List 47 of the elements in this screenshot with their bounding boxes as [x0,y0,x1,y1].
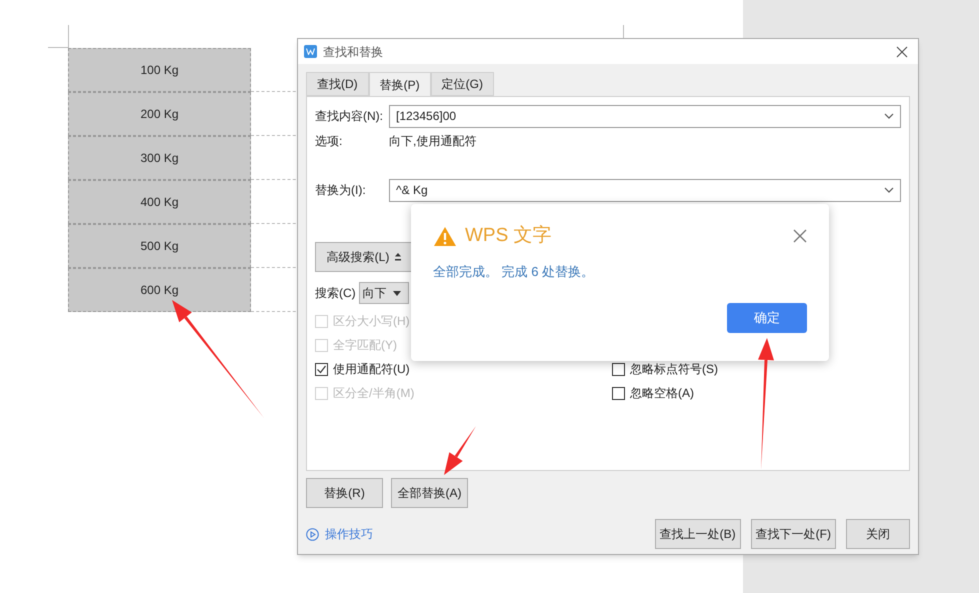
replace-input[interactable]: ^& Kg [389,178,901,202]
replace-button[interactable]: 替换(R) [306,478,383,508]
popup-message: 全部完成。 完成 6 处替换。 [433,262,596,280]
tab[interactable]: 查找(D) [306,72,369,96]
table-cell: 200 Kg [68,92,251,136]
caret-down-icon [392,290,401,296]
checkbox[interactable] [612,386,625,400]
close-icon[interactable] [896,46,908,58]
table-cell: 400 Kg [68,180,251,224]
warning-icon [433,226,457,247]
checkbox[interactable] [612,362,625,376]
table-cell: 100 Kg [68,48,251,92]
checkbox-label: 使用通配符(U) [333,361,410,378]
checkbox-label: 忽略空格(A) [630,385,694,402]
options-label: 选项: [315,133,344,150]
checkbox-label: 区分大小写(H) [333,313,410,330]
checkbox-label: 区分全/半角(M) [333,385,414,402]
close-icon[interactable] [793,229,807,244]
tips-link[interactable]: 操作技巧 [325,525,373,543]
ok-button[interactable]: 确定 [727,303,807,333]
nav-button[interactable]: 关闭 [846,519,910,549]
tab[interactable]: 定位(G) [430,72,494,96]
collapse-icon [395,253,402,261]
checkbox-label: 忽略标点符号(S) [630,361,718,378]
tab[interactable]: 替换(P) [368,72,431,97]
search-label: 搜索(C) [315,285,356,302]
replace-button[interactable]: 全部替换(A) [391,478,468,508]
nav-button[interactable]: 查找下一处(F) [750,519,836,549]
app-icon [304,45,317,58]
field-label: 替换为(I): [315,182,367,199]
advanced-search-button[interactable]: 高级搜索(L) [315,242,413,272]
checkbox-label: 全字匹配(Y) [333,337,397,354]
options-value: 向下,使用通配符 [389,133,476,150]
checkbox[interactable] [315,362,328,376]
nav-button[interactable]: 查找上一处(B) [654,519,741,549]
find-input[interactable]: [123456]00 [389,104,901,128]
field-label: 查找内容(N): [315,108,384,125]
chevron-down-icon [884,187,894,193]
chevron-down-icon [884,113,894,119]
table-cell: 600 Kg [68,268,251,312]
table-cell: 500 Kg [68,224,251,268]
play-circle-icon [306,528,319,540]
pointer-arrow [444,426,476,475]
direction-select[interactable]: 向下 [358,282,409,304]
window-title: 查找和替换 [323,44,383,60]
popup-title: WPS 文字 [465,224,552,248]
table-cell: 300 Kg [68,136,251,180]
